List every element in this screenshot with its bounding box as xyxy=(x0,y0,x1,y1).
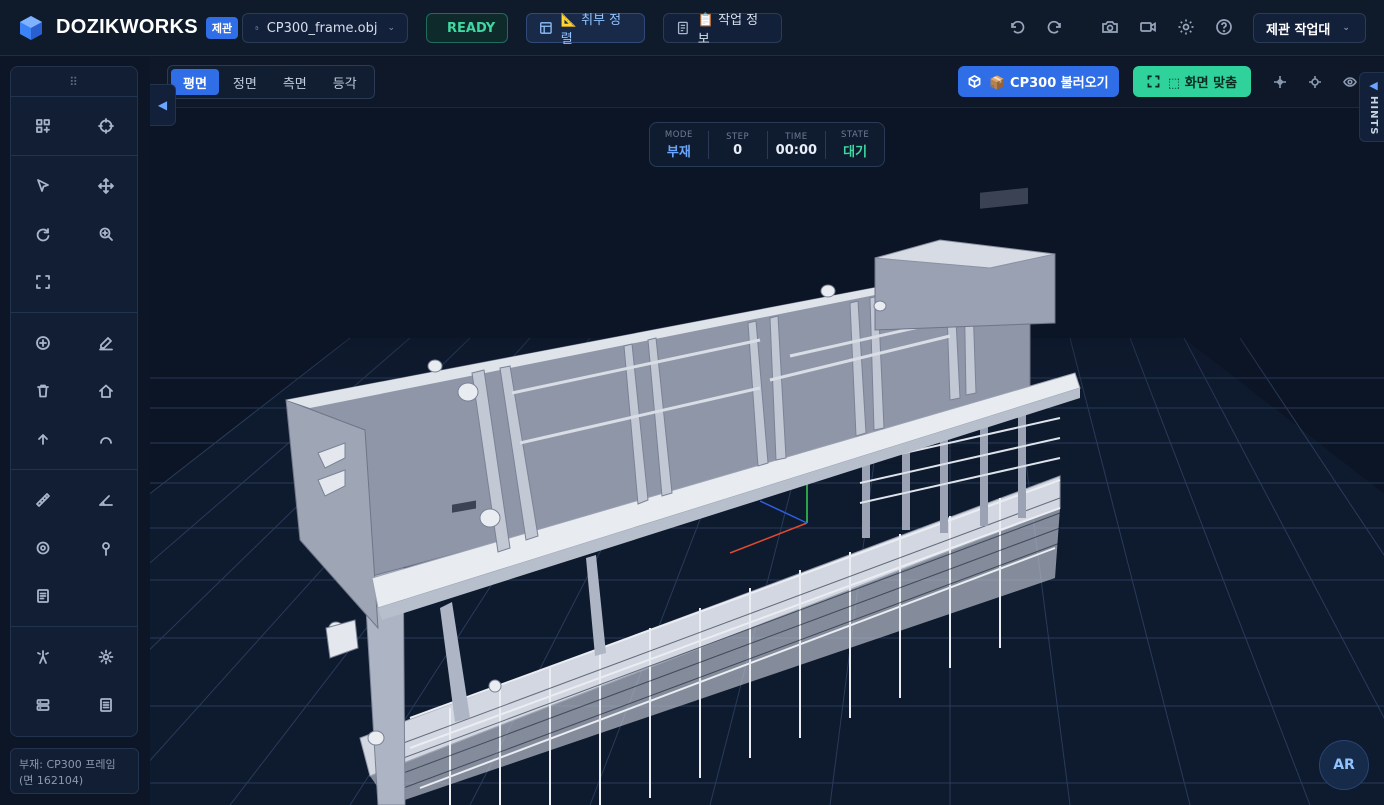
fit-button-label: ⬚ 화면 맞춤 xyxy=(1167,76,1238,91)
station-label: 제관 작업대 xyxy=(1266,22,1331,38)
file-name: CP300_frame.obj xyxy=(266,20,378,36)
redo-icon[interactable] xyxy=(1046,18,1066,38)
target-icon[interactable] xyxy=(11,530,74,566)
settings-gear-icon[interactable] xyxy=(74,639,137,675)
work-info-label: 📋 작업 정보 xyxy=(697,13,759,47)
station-select[interactable]: 제관 작업대 ⌄ xyxy=(1253,13,1366,43)
home-icon[interactable] xyxy=(74,373,137,409)
hud-step-key: STEP xyxy=(726,131,750,142)
align-button-label: 📐 취부 정렬 xyxy=(560,13,622,47)
tool-group-edit xyxy=(11,313,137,470)
tab-front[interactable]: 정면 xyxy=(221,69,269,95)
select-pointer-icon[interactable] xyxy=(11,168,74,204)
chevron-down-icon: ⌄ xyxy=(387,23,395,33)
3d-scene[interactable] xyxy=(150,108,1384,805)
video-icon[interactable] xyxy=(1139,18,1159,38)
part-status: 부재: CP300 프레임 (면 162104) xyxy=(10,748,139,794)
hud-step-value: 0 xyxy=(733,142,743,158)
hud-time: TIME 00:00 xyxy=(768,130,827,159)
ar-button[interactable]: AR xyxy=(1319,740,1369,790)
collapse-panel-button[interactable]: ◀ xyxy=(150,84,176,126)
hud-mode-key: MODE xyxy=(664,129,693,140)
hud-state-key: STATE xyxy=(841,129,870,140)
tool-group-settings xyxy=(11,627,137,735)
arc-icon[interactable] xyxy=(74,421,137,457)
document-icon xyxy=(677,21,688,35)
hud-state: STATE 대기 xyxy=(826,129,884,160)
zoom-icon[interactable] xyxy=(74,216,137,252)
hud-step: STEP 0 xyxy=(709,130,768,159)
gear-icon[interactable] xyxy=(1177,18,1197,38)
part-status-name: 부재: CP300 프레임 xyxy=(19,758,116,771)
crosshair-icon[interactable] xyxy=(74,108,137,144)
crosshair-move-icon[interactable] xyxy=(1273,74,1289,90)
report-icon[interactable] xyxy=(74,687,137,723)
ruler-icon[interactable] xyxy=(11,482,74,518)
tool-group-navigate xyxy=(11,156,137,313)
camera-icon[interactable] xyxy=(1101,18,1121,38)
part-status-faces: (면 162104) xyxy=(19,774,84,787)
trash-icon[interactable] xyxy=(11,373,74,409)
tool-group-measure xyxy=(11,470,137,627)
file-icon xyxy=(255,26,259,30)
expand-icon xyxy=(1147,75,1160,88)
load-button-label: 📦 CP300 불러오기 xyxy=(989,76,1109,91)
expand-left-icon: ◀ xyxy=(1369,79,1378,92)
align-button[interactable]: 📐 취부 정렬 xyxy=(526,13,645,47)
tab-side[interactable]: 측면 xyxy=(271,69,319,95)
hints-tab-label: HINTS xyxy=(1368,96,1379,136)
brand: DOZIKWORKS 제관 xyxy=(18,15,239,41)
angle-icon[interactable] xyxy=(74,482,137,518)
eye-icon[interactable] xyxy=(1343,74,1359,90)
tab-top[interactable]: 평면 xyxy=(171,69,219,95)
hud-time-key: TIME xyxy=(785,131,808,142)
hud-mode: MODE 부재 xyxy=(650,129,709,160)
tool-palette: ⠿ xyxy=(10,66,138,737)
edit-icon[interactable] xyxy=(74,325,137,361)
tab-iso[interactable]: 등각 xyxy=(321,69,369,95)
brand-badge: 제관 xyxy=(205,16,239,39)
weld-spark-icon[interactable] xyxy=(11,639,74,675)
ready-status-badge[interactable]: READY xyxy=(426,13,508,43)
add-grid-icon[interactable] xyxy=(11,108,74,144)
status-hud: MODE 부재 STEP 0 TIME 00:00 STATE 대기 xyxy=(649,122,885,167)
fit-frame-icon[interactable] xyxy=(11,264,75,300)
3d-viewport[interactable]: 평면 정면 측면 등각 📦 CP300 불러오기 ⬚ 화면 맞춤 ◀ ◀ HIN… xyxy=(150,57,1384,805)
arrow-up-icon[interactable] xyxy=(11,421,74,457)
hud-mode-value: 부재 xyxy=(666,144,691,160)
server-icon[interactable] xyxy=(11,687,74,723)
top-bar: DOZIKWORKS 제관 CP300_frame.obj ⌄ READY 📐 … xyxy=(0,0,1384,56)
hints-panel-tab[interactable]: ◀ HINTS xyxy=(1359,72,1384,142)
load-cp300-button[interactable]: 📦 CP300 불러오기 xyxy=(958,66,1119,97)
pin-icon[interactable] xyxy=(74,530,137,566)
add-circle-icon[interactable] xyxy=(11,325,74,361)
move-icon[interactable] xyxy=(74,168,137,204)
view-tabs: 평면 정면 측면 등각 xyxy=(167,65,375,99)
cube-logo-icon xyxy=(20,15,42,40)
rotate-icon[interactable] xyxy=(11,216,74,252)
center-point-icon[interactable] xyxy=(1308,74,1324,90)
hud-state-value: 대기 xyxy=(843,144,868,160)
ready-status-text: READY xyxy=(447,20,496,36)
help-icon[interactable] xyxy=(1215,18,1235,38)
drag-handle-icon[interactable]: ⠿ xyxy=(11,67,137,97)
work-info-button[interactable]: 📋 작업 정보 xyxy=(663,13,782,47)
brand-name: DOZIKWORKS xyxy=(56,16,198,38)
fit-screen-button[interactable]: ⬚ 화면 맞춤 xyxy=(1133,66,1251,97)
hud-time-value: 00:00 xyxy=(775,142,818,158)
viewport-toolbar: 평면 정면 측면 등각 📦 CP300 불러오기 ⬚ 화면 맞춤 xyxy=(150,57,1384,108)
layout-icon xyxy=(540,22,552,34)
box-icon xyxy=(968,75,981,88)
undo-icon[interactable] xyxy=(1008,18,1028,38)
chevron-down-icon: ⌄ xyxy=(1342,23,1350,33)
file-select[interactable]: CP300_frame.obj ⌄ xyxy=(242,13,408,43)
tool-group-view xyxy=(11,97,137,156)
note-icon[interactable] xyxy=(11,578,75,614)
